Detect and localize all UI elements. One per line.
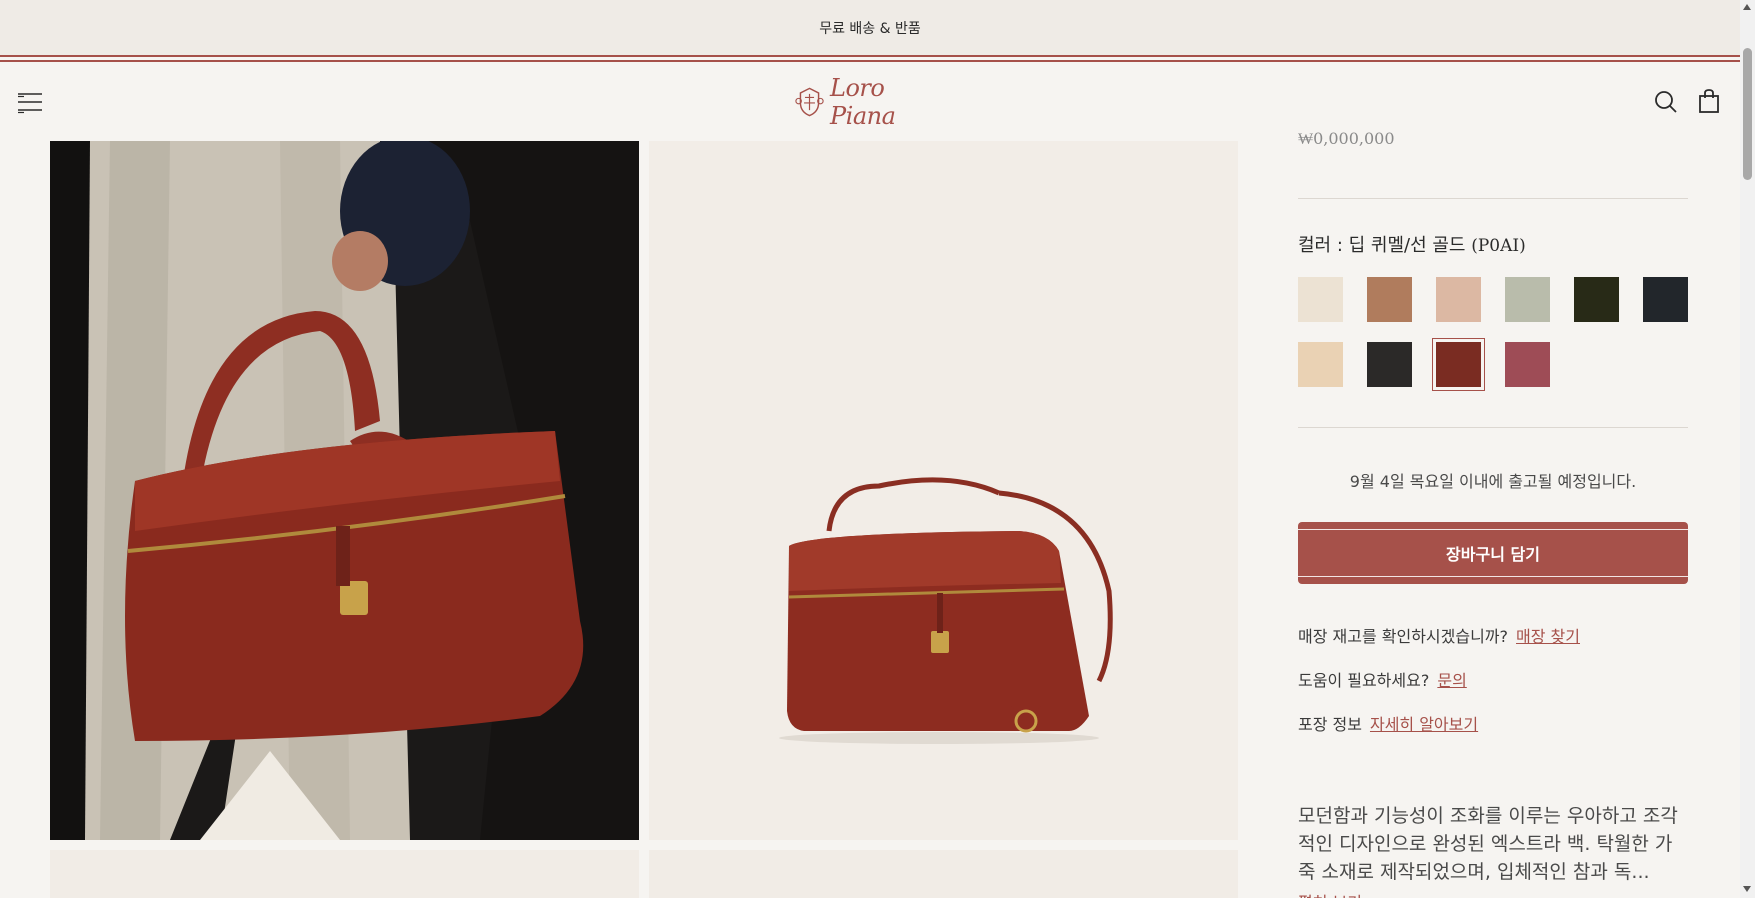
price: ₩0,000,000 — [1298, 129, 1395, 148]
scroll-up-arrow-icon[interactable] — [1743, 4, 1751, 10]
contact-link[interactable]: 문의 — [1437, 671, 1466, 690]
scroll-down-arrow-icon[interactable] — [1743, 886, 1751, 892]
promo-bar: 무료 배송 & 반품 — [0, 0, 1740, 55]
swatch-black[interactable] — [1367, 342, 1412, 387]
promo-divider — [0, 55, 1740, 64]
divider — [1298, 427, 1688, 428]
swatch-charcoal[interactable] — [1643, 277, 1688, 322]
scrollbar-thumb[interactable] — [1743, 48, 1752, 180]
product-image-front[interactable] — [649, 141, 1238, 840]
divider — [1298, 198, 1688, 199]
product-panel: ₩0,000,000 컬러 : 딥 퀴멜/선 골드 (P0AI) 9월 4일 목… — [1298, 129, 1688, 898]
product-image-4[interactable] — [649, 850, 1238, 898]
product-image-worn[interactable] — [50, 141, 639, 840]
brand-wordmark: Loro Piana — [830, 74, 896, 130]
search-icon[interactable] — [1654, 90, 1678, 114]
brand-logo[interactable]: Loro Piana — [795, 74, 945, 130]
menu-icon[interactable] — [16, 88, 44, 116]
swatch-ivory[interactable] — [1298, 277, 1343, 322]
swatch-sage[interactable] — [1505, 277, 1550, 322]
add-to-cart-button[interactable]: 장바구니 담기 — [1298, 522, 1688, 584]
shopping-bag-icon[interactable] — [1697, 88, 1721, 114]
store-stock-row: 매장 재고를 확인하시겠습니까? 매장 찾기 — [1298, 627, 1580, 646]
color-label: 컬러 : 딥 퀴멜/선 골드 (P0AI) — [1298, 235, 1526, 256]
help-row: 도움이 필요하세요? 문의 — [1298, 671, 1467, 690]
swatch-caramel[interactable] — [1367, 277, 1412, 322]
description-more-link[interactable]: 펼쳐 보기 — [1298, 889, 1362, 898]
swatch-blush[interactable] — [1436, 277, 1481, 322]
swatch-dark-olive[interactable] — [1574, 277, 1619, 322]
shipping-note: 9월 4일 목요일 이내에 출고될 예정입니다. — [1349, 472, 1637, 491]
packaging-learn-more-link[interactable]: 자세히 알아보기 — [1370, 715, 1478, 734]
add-to-cart-label: 장바구니 담기 — [1446, 545, 1540, 564]
swatch-light-beige[interactable] — [1298, 342, 1343, 387]
page-scrollbar[interactable] — [1740, 0, 1755, 898]
product-image-3[interactable] — [50, 850, 639, 898]
crest-icon — [795, 87, 824, 117]
find-store-link[interactable]: 매장 찾기 — [1516, 627, 1580, 646]
packaging-row: 포장 정보 자세히 알아보기 — [1298, 715, 1479, 734]
promo-text: 무료 배송 & 반품 — [819, 20, 921, 37]
product-description: 모던함과 기능성이 조화를 이루는 우아하고 조각적인 디자인으로 완성된 엑스… — [1298, 805, 1678, 883]
swatch-rose[interactable] — [1505, 342, 1550, 387]
site-header: Loro Piana — [0, 64, 1740, 141]
swatch-deep-cumin[interactable] — [1432, 338, 1485, 391]
